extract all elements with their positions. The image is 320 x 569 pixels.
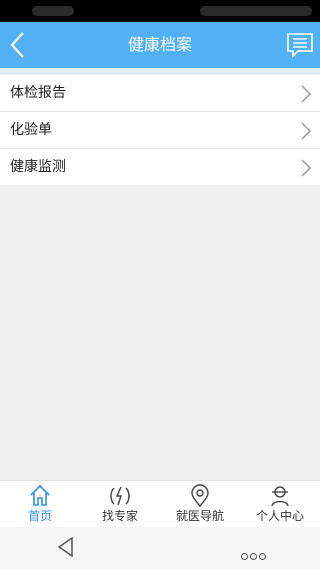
chevron-right-icon <box>301 85 312 103</box>
page-title: 健康档案 <box>127 35 192 54</box>
status-bar <box>0 0 320 22</box>
menu-item-checkup-report[interactable]: 体检报告 <box>0 75 320 112</box>
message-list-icon <box>287 33 313 58</box>
system-back-button[interactable] <box>56 536 76 558</box>
message-button[interactable] <box>284 29 316 61</box>
menu-item-lab-report[interactable]: 化验单 <box>0 112 320 149</box>
person-icon <box>271 486 289 507</box>
header-divider-strip <box>0 68 320 75</box>
menu-item-label: 健康监测 <box>10 159 66 175</box>
health-record-menu: 体检报告 化验单 健康监测 <box>0 75 320 185</box>
dot-icon <box>241 553 248 560</box>
tab-label: 个人中心 <box>255 509 304 523</box>
status-bar-right-content <box>200 6 312 16</box>
tab-medical-navigation[interactable]: 就医导航 <box>160 481 240 527</box>
tab-find-expert[interactable]: 找专家 <box>80 481 160 527</box>
system-more-button[interactable] <box>241 545 268 564</box>
status-bar-left-content <box>32 6 74 16</box>
tab-personal-center[interactable]: 个人中心 <box>240 481 320 527</box>
header-bar: 健康档案 <box>0 22 320 68</box>
tab-label: 就医导航 <box>175 509 224 523</box>
dot-icon <box>259 553 266 560</box>
bottom-tab-bar: 首页 找专家 就医导航 个人中心 <box>0 480 320 527</box>
chevron-right-icon <box>301 122 312 140</box>
tab-label: 找专家 <box>101 509 138 523</box>
tab-home[interactable]: 首页 <box>0 481 80 527</box>
system-navigation-bar <box>0 527 320 569</box>
location-pin-icon <box>191 484 209 508</box>
expert-icon <box>110 486 130 506</box>
menu-item-health-monitoring[interactable]: 健康监测 <box>0 149 320 185</box>
chevron-right-icon <box>301 159 312 177</box>
menu-item-label: 化验单 <box>10 122 52 138</box>
home-icon <box>30 484 50 506</box>
tab-label: 首页 <box>27 509 52 523</box>
menu-item-label: 体检报告 <box>10 85 66 101</box>
dot-icon <box>250 553 257 560</box>
